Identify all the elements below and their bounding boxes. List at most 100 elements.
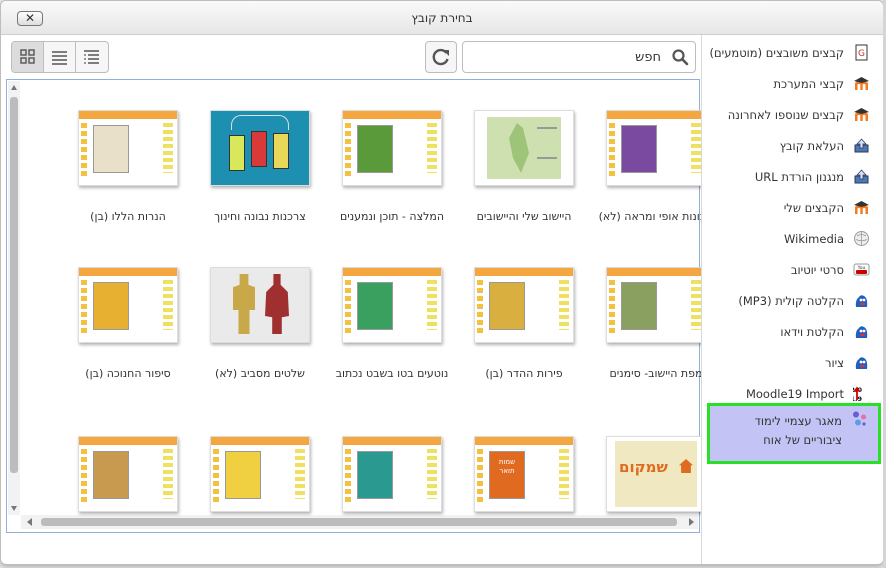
sidebar-item-1[interactable]: קבצי המערכת xyxy=(708,71,880,97)
scroll-left-arrow-icon[interactable] xyxy=(27,518,32,526)
thumb-text: שמות תואר xyxy=(498,458,516,475)
poodll-icon xyxy=(853,354,870,371)
scroll-down-arrow-icon[interactable] xyxy=(11,506,17,511)
sidebar-item-label: קבצים שנוספו לאחרונה xyxy=(727,108,844,122)
moodle19-import-icon: 2.01.9 xyxy=(850,385,870,403)
repository-icon xyxy=(851,410,868,427)
file-name[interactable]: צרכנות נבונה וחינוך xyxy=(183,210,337,223)
view-list-button[interactable] xyxy=(44,42,76,72)
moodle-icon xyxy=(853,75,870,92)
sidebar-item-12[interactable]: מאגר עצמיי לימוד ציבוריים של אוח xyxy=(707,403,881,464)
file-item[interactable]: היישוב שלי והיישובים xyxy=(459,106,589,236)
file-thumbnail[interactable] xyxy=(78,436,178,512)
file-item[interactable] xyxy=(195,420,325,550)
sidebar-item-label: ציור xyxy=(824,356,844,370)
refresh-button[interactable] xyxy=(425,41,457,73)
sidebar-item-label: הקלטת וידאו xyxy=(780,325,844,339)
embedded-files-icon: G xyxy=(853,44,870,61)
dialog-title: בחירת קובץ xyxy=(411,11,473,25)
sidebar-item-5[interactable]: הקבצים שלי xyxy=(708,195,880,221)
file-item[interactable] xyxy=(63,420,193,550)
file-name[interactable]: המלצה - תוכן ונמענים xyxy=(315,210,469,223)
repository-sidebar: G קבצים משובצים (מוטמעים) קבצי המערכת קבצים… xyxy=(701,35,883,564)
file-item[interactable]: הנרות הללו (בן) xyxy=(63,106,193,236)
sidebar-item-11[interactable]: 2.01.9 Moodle19 Import xyxy=(708,381,880,407)
close-button[interactable]: ✕ xyxy=(17,11,43,26)
sidebar-item-label: קבצי המערכת xyxy=(773,77,844,91)
file-thumbnail[interactable]: שמות תואר xyxy=(474,436,574,512)
sidebar-item-label: מאגר עצמיי לימוד ציבוריים של אוח xyxy=(754,414,842,447)
file-thumbnail[interactable] xyxy=(342,436,442,512)
sidebar-item-8[interactable]: הקלטה קולית (MP3) xyxy=(708,288,880,314)
view-icons-button[interactable] xyxy=(12,42,44,72)
search-input[interactable] xyxy=(469,47,663,67)
sidebar-item-label: Moodle19 Import xyxy=(745,387,844,401)
vertical-scrollbar[interactable] xyxy=(8,81,20,515)
search-field[interactable] xyxy=(462,41,696,73)
view-tree-button[interactable] xyxy=(76,42,107,72)
sidebar-item-label: הקלטה קולית (MP3) xyxy=(738,294,844,308)
sidebar-item-label: העלאת קובץ xyxy=(779,139,844,153)
sidebar-item-6[interactable]: Wikimedia xyxy=(708,226,880,252)
poodll-icon xyxy=(853,323,870,340)
file-item[interactable]: נוטעים בטו בשבט נכתוב xyxy=(327,263,457,393)
view-mode-switcher xyxy=(11,41,109,73)
list-icon xyxy=(52,51,67,65)
file-browser-area: תבונות אופי ומראה (לא) היישוב שלי והיישוב… xyxy=(6,79,713,533)
file-thumbnail[interactable] xyxy=(342,110,442,186)
file-item[interactable]: סיפור החנוכה (בן) xyxy=(63,263,193,393)
file-thumbnail[interactable] xyxy=(606,110,706,186)
file-name[interactable]: הנרות הללו (בן) xyxy=(51,210,205,223)
sidebar-item-7[interactable]: You סרטי יוטיוב xyxy=(708,257,880,283)
file-item[interactable]: שלטים מסביב (לא) xyxy=(195,263,325,393)
file-name[interactable]: פירות ההדר (בן) xyxy=(447,367,601,380)
vertical-scroll-thumb[interactable] xyxy=(10,97,18,473)
file-thumbnail[interactable] xyxy=(78,110,178,186)
file-thumbnail[interactable] xyxy=(474,110,574,186)
toolbar xyxy=(7,41,699,75)
wikimedia-icon xyxy=(853,230,870,247)
file-name[interactable]: שלטים מסביב (לא) xyxy=(183,367,337,380)
file-thumbnail[interactable] xyxy=(210,110,310,186)
title-bar: בחירת קובץ ✕ xyxy=(1,1,883,35)
file-thumbnail[interactable] xyxy=(210,267,310,343)
refresh-icon xyxy=(432,48,449,66)
file-item[interactable]: פירות ההדר (בן) xyxy=(459,263,589,393)
file-item[interactable]: צרכנות נבונה וחינוך xyxy=(195,106,325,236)
sidebar-item-label: מנגנון הורדת URL xyxy=(754,170,844,184)
thumb-text: שמקום xyxy=(619,458,668,476)
sidebar-item-4[interactable]: מנגנון הורדת URL xyxy=(708,164,880,190)
file-name[interactable]: היישוב שלי והיישובים xyxy=(447,210,601,223)
file-item[interactable]: המלצה - תוכן ונמענים xyxy=(327,106,457,236)
search-icon xyxy=(672,49,689,66)
file-name[interactable]: נוטעים בטו בשבט נכתוב xyxy=(315,367,469,380)
sidebar-item-label: סרטי יוטיוב xyxy=(790,263,844,277)
file-thumbnail[interactable] xyxy=(342,267,442,343)
sidebar-item-label: הקבצים שלי xyxy=(783,201,844,215)
moodle-icon xyxy=(853,199,870,216)
grid-icon xyxy=(20,49,35,64)
sidebar-item-9[interactable]: הקלטת וידאו xyxy=(708,319,880,345)
tree-view-icon xyxy=(84,50,99,64)
sidebar-item-2[interactable]: קבצים שנוספו לאחרונה xyxy=(708,102,880,128)
sidebar-item-10[interactable]: ציור xyxy=(708,350,880,376)
file-thumbnail[interactable] xyxy=(210,436,310,512)
file-thumbnail[interactable] xyxy=(78,267,178,343)
file-item[interactable] xyxy=(327,420,457,550)
url-download-icon xyxy=(853,168,870,185)
svg-text:G: G xyxy=(858,49,865,59)
file-thumbnail[interactable] xyxy=(474,267,574,343)
youtube-icon: You xyxy=(853,261,870,278)
scroll-up-arrow-icon[interactable] xyxy=(11,85,17,90)
file-name[interactable]: סיפור החנוכה (בן) xyxy=(51,367,205,380)
sidebar-item-0[interactable]: G קבצים משובצים (מוטמעים) xyxy=(708,40,880,66)
file-thumbnail[interactable]: שמקום xyxy=(606,436,706,512)
poodll-icon xyxy=(853,292,870,309)
file-thumbnail[interactable] xyxy=(606,267,706,343)
sidebar-item-label: Wikimedia xyxy=(784,232,844,246)
upload-icon xyxy=(853,137,870,154)
sidebar-item-3[interactable]: העלאת קובץ xyxy=(708,133,880,159)
file-item[interactable]: שמות תואר xyxy=(459,420,589,550)
file-picker-dialog: בחירת קובץ ✕ חפש תבונות אופי ומראה (לא) … xyxy=(0,0,884,565)
moodle-icon xyxy=(853,106,870,123)
